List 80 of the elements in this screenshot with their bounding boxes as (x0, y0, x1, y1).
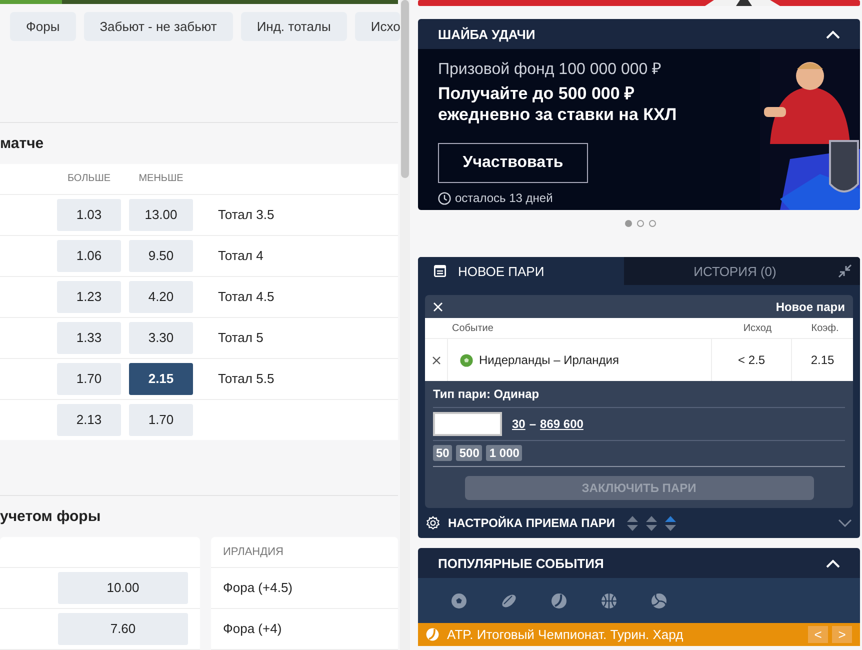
sort-option[interactable] (646, 516, 658, 530)
column-header: ИРЛАНДИЯ (223, 546, 284, 558)
market-label: Тотал 5.5 (218, 371, 274, 386)
column-header: Событие (451, 322, 494, 334)
bet-slip-title: Новое пари (776, 300, 845, 314)
tennis-ball-icon (426, 628, 439, 641)
collapse-icon (838, 264, 852, 278)
event-name: Нидерланды – Ирландия (479, 353, 619, 367)
column-header: МЕНЬШЕ (138, 173, 184, 184)
close-icon (433, 302, 443, 312)
market-label: Тотал 4.5 (218, 289, 274, 304)
filter-tab[interactable]: Забьют - не забьют (84, 12, 233, 41)
close-icon (432, 356, 440, 364)
tab[interactable]: ИСТОРИЯ (0) (624, 257, 830, 285)
filter-tab[interactable]: Инд. тоталы (240, 12, 347, 41)
panel-title: ПОПУЛЯРНЫЕ СОБЫТИЯ (438, 556, 604, 570)
column-header: Коэф. (810, 322, 840, 334)
odds-button[interactable]: 1.70 (129, 404, 193, 436)
sort-option[interactable] (665, 516, 676, 530)
clock-icon (438, 192, 451, 204)
section-title: матче (0, 134, 44, 152)
carousel-dot[interactable] (636, 220, 644, 226)
collapse-button[interactable] (830, 257, 860, 285)
sport-button[interactable] (501, 592, 517, 608)
list-icon (434, 265, 446, 277)
sport-button[interactable] (551, 592, 567, 608)
odds-button[interactable]: 1.33 (57, 322, 121, 354)
settings-icon (426, 516, 440, 530)
settings-label: НАСТРОЙКА ПРИЕМА ПАРИ (448, 516, 616, 530)
chevron-down-icon[interactable] (838, 519, 852, 527)
quick-stake-button[interactable]: 500 (456, 445, 482, 461)
odds-button[interactable]: 4.20 (129, 280, 193, 313)
range-dash: – (529, 417, 536, 431)
sport-button[interactable] (601, 592, 617, 608)
odds-button[interactable]: 2.15 (129, 362, 193, 395)
sport-button[interactable] (651, 592, 667, 608)
odds-button[interactable]: 7.60 (58, 612, 188, 645)
odds-button[interactable]: 1.06 (57, 240, 121, 272)
carousel-dot[interactable] (648, 220, 656, 226)
panel-header[interactable]: ПОПУЛЯРНЫЕ СОБЫТИЯ (418, 548, 860, 578)
outcome-text: < 2.5 (738, 353, 766, 367)
odds-button[interactable]: 13.00 (129, 198, 193, 231)
panel-title: ШАЙБА УДАЧИ (438, 26, 536, 42)
promo-headline: Получайте до 500 000 ₽ ежедневно за ставки на КХЛ (438, 83, 678, 125)
filter-tab[interactable]: Форы (10, 12, 76, 41)
market-label: Фора (+4.5) (223, 580, 293, 596)
time-left: осталось 13 дней (455, 191, 553, 205)
close-button[interactable] (433, 302, 443, 312)
bet-type-text: Тип пари: Одинар (433, 381, 845, 408)
odds-button[interactable]: 3.30 (129, 322, 193, 354)
odds-button[interactable]: 10.00 (58, 572, 188, 604)
tournament-name: ATP. Итоговый Чемпионат. Турин. Хард (447, 627, 684, 642)
odds-text: 2.15 (810, 353, 836, 367)
participate-button[interactable]: Участвовать (438, 143, 588, 183)
soccer-ball-icon (460, 354, 473, 366)
carousel-dot[interactable] (624, 220, 632, 226)
column-header: Исход (742, 322, 773, 334)
min-stake-link[interactable]: 30 (512, 417, 526, 431)
odds-button[interactable]: 1.70 (57, 362, 121, 395)
quick-stake-button[interactable]: 50 (433, 445, 452, 461)
panel-header[interactable]: ШАЙБА УДАЧИ (418, 19, 860, 49)
column-header: БОЛЬШЕ (66, 173, 112, 184)
quick-stake-button[interactable]: 1 000 (486, 445, 522, 461)
market-label: Тотал 5 (218, 330, 264, 346)
market-label: Тотал 3.5 (218, 207, 274, 222)
odds-button[interactable]: 2.13 (57, 404, 121, 436)
stake-input[interactable] (433, 412, 502, 436)
odds-button[interactable]: 1.03 (57, 198, 121, 231)
prize-text: Призовой фонд 100 000 000 ₽ (438, 60, 662, 79)
odds-button[interactable]: 1.23 (57, 280, 121, 313)
scrollbar[interactable] (400, 0, 410, 650)
market-label: Тотал 4 (218, 248, 264, 264)
filter-tab[interactable]: Исхо (354, 12, 400, 41)
sport-button[interactable] (451, 592, 467, 608)
remove-button[interactable] (432, 356, 440, 364)
sort-option[interactable] (627, 516, 638, 530)
max-stake-link[interactable]: 869 600 (540, 417, 584, 431)
market-label: Фора (+4) (223, 621, 282, 636)
odds-button[interactable]: 9.50 (129, 240, 193, 272)
section-title: учетом форы (0, 508, 101, 525)
